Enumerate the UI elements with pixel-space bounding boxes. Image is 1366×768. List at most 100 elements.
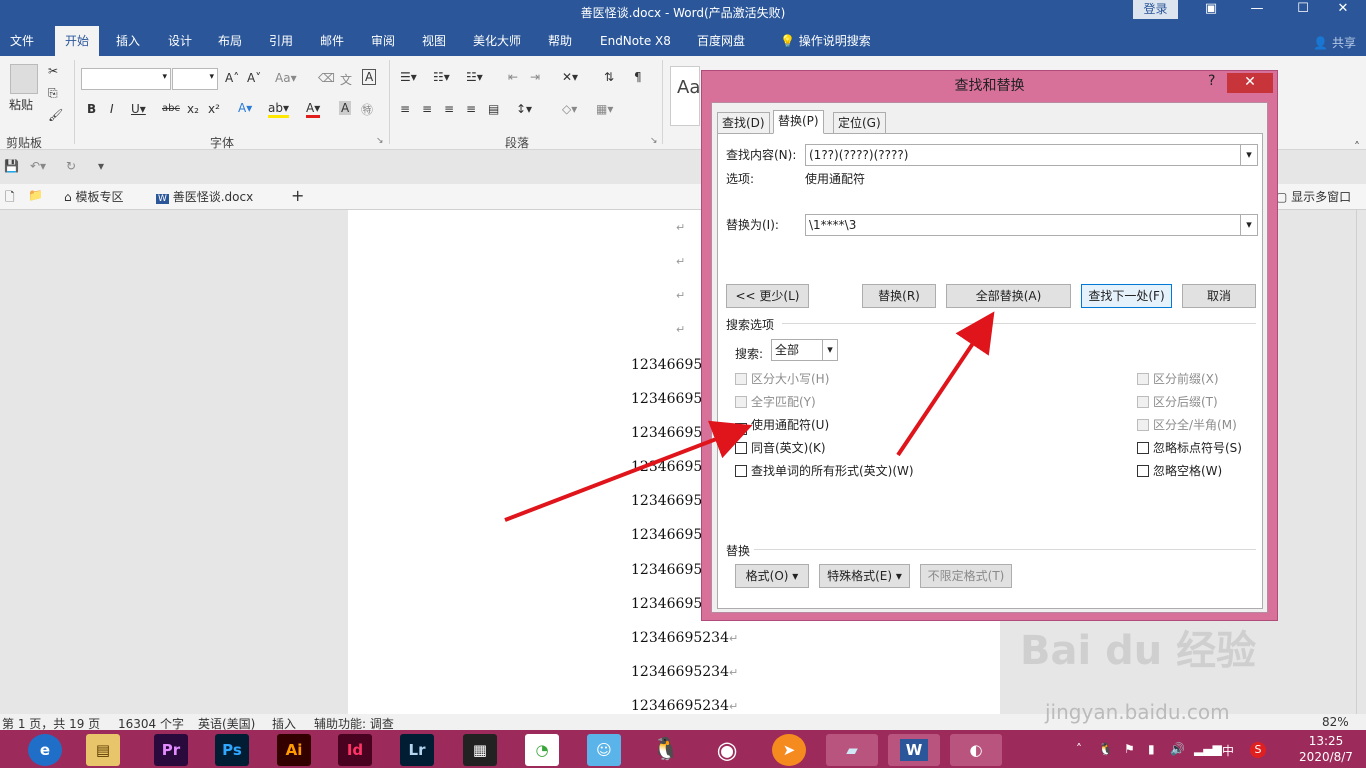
align-center-icon[interactable]: ≡ [422,102,432,116]
tab-references[interactable]: 引用 [259,26,303,56]
bullets-icon[interactable]: ☰▾ [400,70,417,84]
highlight-icon[interactable]: ab▾ [268,101,289,118]
tab-view[interactable]: 视图 [412,26,456,56]
text-effects-icon[interactable]: A▾ [238,101,252,115]
file-explorer-icon[interactable]: ▤ [86,734,120,766]
lightroom-icon[interactable]: Lr [400,734,434,766]
app-photo-icon[interactable]: ◐ [950,734,1002,766]
folder-icon[interactable]: 📁 [28,188,43,202]
close-window-button[interactable]: ✕ [1320,0,1366,22]
cancel-button[interactable]: 取消 [1182,284,1256,308]
line-spacing-icon[interactable]: ↕▾ [516,102,532,116]
tray-sogou-icon[interactable]: S [1250,742,1266,758]
tray-network-x-icon[interactable]: ⚑ [1124,742,1135,756]
tray-battery-icon[interactable]: ▮ [1148,742,1155,756]
qq-icon[interactable]: 🐧 [649,734,683,766]
app-notes-icon[interactable]: ▰ [826,734,878,766]
chevron-down-icon[interactable]: ▾ [1240,145,1257,165]
paste-button[interactable]: 粘贴 [9,96,33,113]
indesign-icon[interactable]: Id [338,734,372,766]
ime-indicator[interactable]: 中 [1222,742,1234,759]
tab-mailings[interactable]: 邮件 [310,26,354,56]
word-taskbar-icon[interactable]: W [888,734,940,766]
match-suffix-checkbox[interactable]: 区分后缀(T) [1137,393,1218,410]
strikethrough-icon[interactable]: abc [162,103,180,114]
tab-insert[interactable]: 插入 [106,26,150,56]
chrome-icon[interactable]: ◉ [710,734,744,766]
tab-layout[interactable]: 布局 [208,26,252,56]
vertical-scrollbar[interactable] [1356,210,1366,714]
zoom-level[interactable]: 82% [1322,715,1349,729]
add-tab-button[interactable]: + [291,186,304,205]
doc-tab[interactable]: W 善医怪谈.docx [156,188,253,205]
app-orange-icon[interactable]: ➤ [772,734,806,766]
multilevel-list-icon[interactable]: ☳▾ [466,70,483,84]
tab-review[interactable]: 审阅 [361,26,405,56]
grow-font-icon[interactable]: A˄ [225,71,239,85]
font-size-combo[interactable]: ▾ [172,68,218,90]
font-color-icon[interactable]: A▾ [306,101,321,118]
borders-icon[interactable]: ▦▾ [596,102,613,116]
italic-icon[interactable]: I [110,102,114,116]
tab-design[interactable]: 设计 [158,26,202,56]
special-button[interactable]: 特殊格式(E) ▾ [819,564,910,588]
search-direction-select[interactable]: 全部 ▾ [771,339,838,361]
font-dialog-launcher-icon[interactable]: ↘ [376,136,384,146]
shading-icon[interactable]: ◇▾ [562,102,577,116]
multi-window-button[interactable]: ▢ 显示多窗口 [1276,188,1351,205]
styles-gallery[interactable]: Aa [670,66,700,126]
new-doc-icon[interactable]: 🗋 [5,188,15,209]
video-editor-icon[interactable]: ▦ [463,734,497,766]
chinese-layout-icon[interactable]: ✕▾ [562,70,578,84]
app-pie-icon[interactable]: ◔ [525,734,559,766]
customize-qat-icon[interactable]: ▾ [98,159,104,173]
char-border-icon[interactable]: A [362,69,377,85]
underline-icon[interactable]: U▾ [131,102,146,116]
format-button[interactable]: 格式(O) ▾ [735,564,809,588]
app-cat-icon[interactable]: ☺ [587,734,621,766]
ignore-punctuation-checkbox[interactable]: 忽略标点符号(S) [1137,439,1242,456]
tell-me-search[interactable]: 💡 操作说明搜索 [770,26,881,56]
premiere-icon[interactable]: Pr [154,734,188,766]
shrink-font-icon[interactable]: A˅ [247,71,261,85]
help-button[interactable]: ? [1208,73,1215,89]
tray-expand-icon[interactable]: ˄ [1076,742,1082,756]
redo-icon[interactable]: ↻ [66,159,76,173]
align-right-icon[interactable]: ≡ [444,102,454,116]
justify-icon[interactable]: ≡ [466,102,476,116]
tab-home[interactable]: 开始 [55,26,100,56]
tab-baidu-pan[interactable]: 百度网盘 [687,26,755,56]
match-prefix-checkbox[interactable]: 区分前缀(X) [1137,370,1219,387]
tab-file[interactable]: 文件 [0,26,44,56]
ignore-space-checkbox[interactable]: 忽略空格(W) [1137,462,1222,479]
tab-find[interactable]: 查找(D) [717,112,770,134]
tray-qq-icon[interactable]: 🐧 [1098,742,1113,756]
ribbon-collapse-icon[interactable]: ˄ [1354,140,1360,154]
numbering-icon[interactable]: ☷▾ [433,70,450,84]
chevron-down-icon[interactable]: ▾ [822,340,837,360]
no-formatting-button[interactable]: 不限定格式(T) [920,564,1012,588]
minimize-button[interactable]: — [1234,0,1280,22]
dialog-close-button[interactable]: ✕ [1227,73,1273,93]
replace-button[interactable]: 替换(R) [862,284,936,308]
bold-icon[interactable]: B [87,102,96,116]
replace-input[interactable]: \1****\3 ▾ [805,214,1258,236]
find-next-button[interactable]: 查找下一处(F) [1081,284,1172,308]
whole-word-checkbox[interactable]: 全字匹配(Y) [735,393,816,410]
font-name-combo[interactable]: ▾ [81,68,171,90]
chevron-down-icon[interactable]: ▾ [1240,215,1257,235]
show-marks-icon[interactable]: ¶ [634,70,642,84]
login-button[interactable]: 登录 [1133,0,1178,19]
ribbon-display-icon[interactable]: ▣ [1188,0,1234,22]
save-icon[interactable]: 💾 [4,159,19,173]
all-word-forms-checkbox[interactable]: 查找单词的所有形式(英文)(W) [735,462,914,479]
tray-signal-icon[interactable]: ▂▄▆ [1194,742,1222,756]
format-painter-icon[interactable]: 🖌 [48,108,63,122]
tab-goto[interactable]: 定位(G) [833,112,886,134]
increase-indent-icon[interactable]: ⇥ [530,70,540,84]
clock[interactable]: 13:25 2020/8/7 [1296,733,1356,765]
photoshop-icon[interactable]: Ps [215,734,249,766]
tab-beautify[interactable]: 美化大师 [463,26,531,56]
paste-icon[interactable] [10,64,38,94]
less-button[interactable]: << 更少(L) [726,284,809,308]
